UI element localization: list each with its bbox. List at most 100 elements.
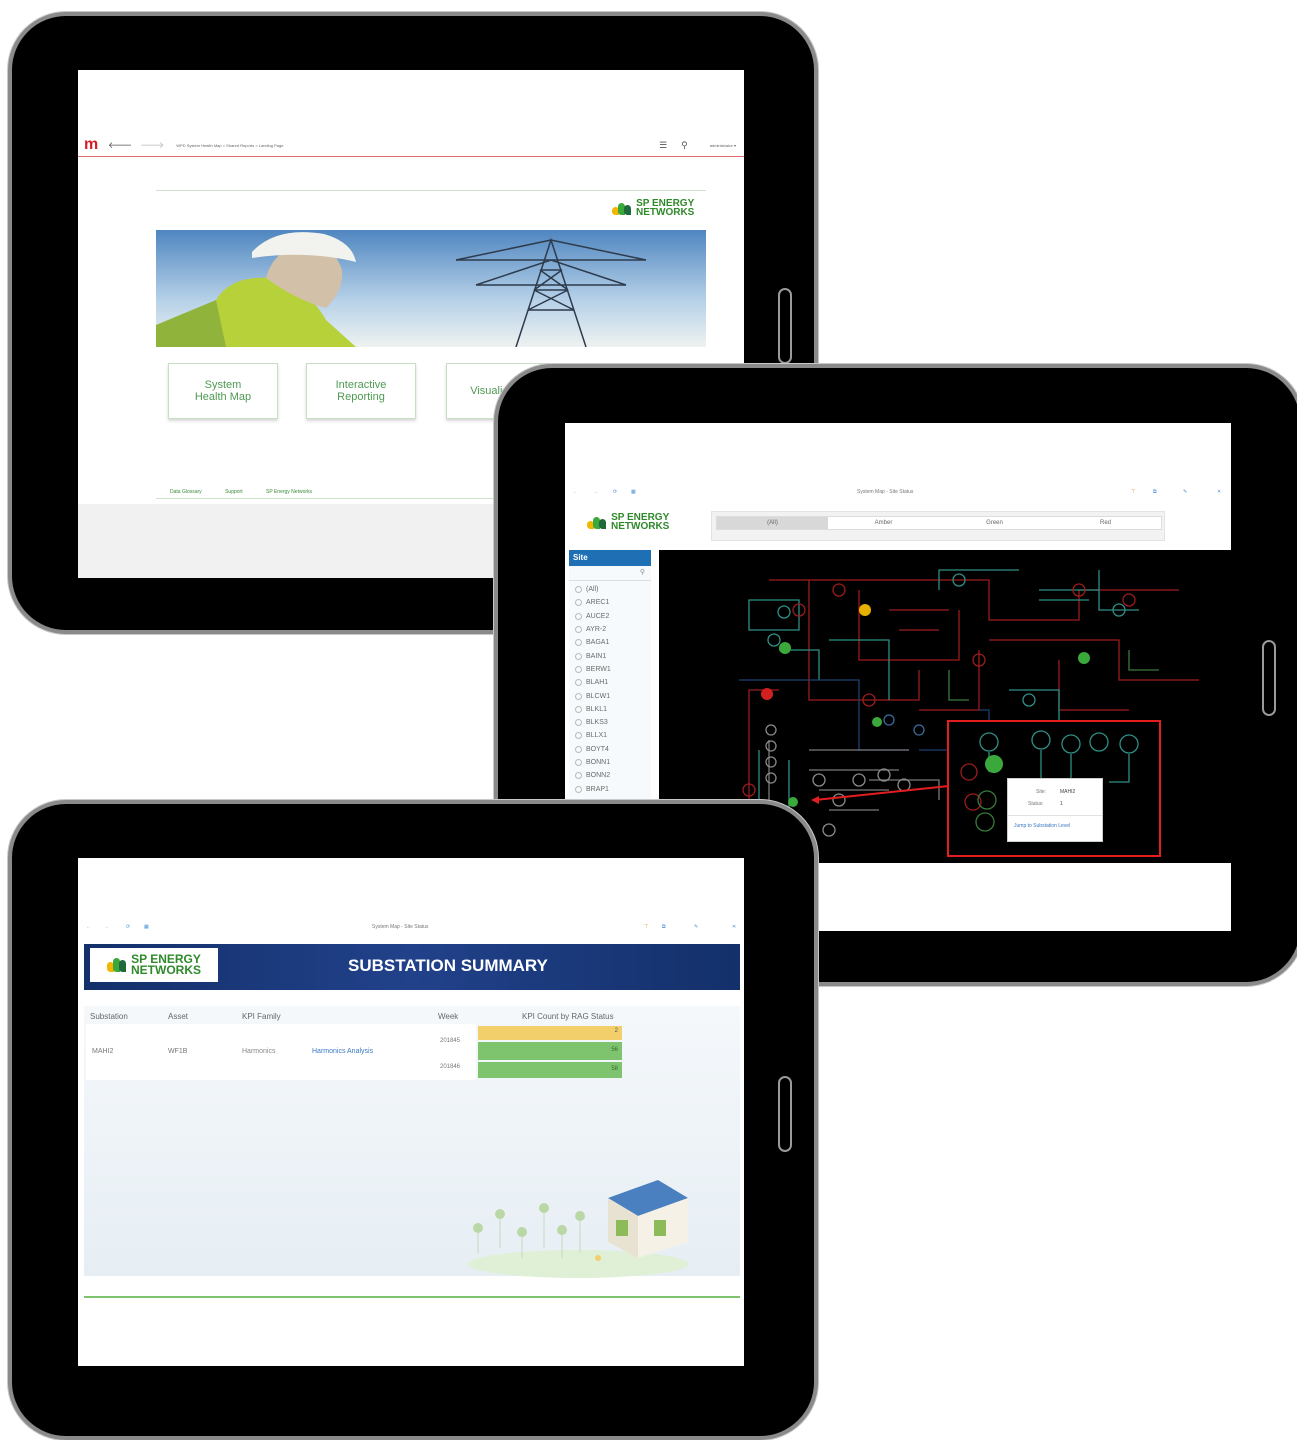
site-item[interactable]: BOYT4: [575, 743, 651, 756]
toolbar: ← → ⟳ ▦ System Map - Site Status ⊤ ⧉ ✎ ✕: [78, 924, 744, 938]
rag-bar-amber[interactable]: 2: [478, 1026, 622, 1040]
house-illustration: [458, 1158, 698, 1278]
summary-screen: ← → ⟳ ▦ System Map - Site Status ⊤ ⧉ ✎ ✕…: [78, 858, 744, 1366]
home-button[interactable]: [1262, 640, 1276, 716]
site-item[interactable]: BLLX1: [575, 729, 651, 742]
edit-icon[interactable]: ✎: [1183, 489, 1187, 495]
tablet-substation-summary: ← → ⟳ ▦ System Map - Site Status ⊤ ⧉ ✎ ✕…: [8, 800, 818, 1440]
grid-icon[interactable]: ▦: [144, 924, 149, 930]
rag-bar-green-2[interactable]: 58: [478, 1062, 622, 1078]
col-kpi-count: KPI Count by RAG Status: [522, 1012, 614, 1021]
back-arrow-icon[interactable]: 🡐: [108, 140, 132, 151]
forward-arrow-icon[interactable]: →: [104, 924, 109, 930]
breadcrumb[interactable]: WPD System Health Map > Shared Reports >…: [176, 143, 283, 148]
site-filter-panel: Site ⚲ (All) AREC1 AUCE2 AYR-2 BAGA1 BAI…: [569, 550, 651, 804]
forward-arrow-icon[interactable]: 🡒: [140, 140, 164, 151]
tab-amber[interactable]: Amber: [828, 517, 939, 529]
logo-line-2: NETWORKS: [611, 521, 670, 532]
search-icon: ⚲: [639, 569, 645, 576]
site-item[interactable]: BAIN1: [575, 649, 651, 662]
site-popup: Site: MAHI2 Status: 1 Jump to Substation…: [1007, 778, 1103, 842]
col-week: Week: [438, 1012, 459, 1021]
harmonics-analysis-link[interactable]: Harmonics Analysis: [312, 1048, 373, 1055]
site-item[interactable]: BLKL1: [575, 703, 651, 716]
site-item[interactable]: AUCE2: [575, 610, 651, 623]
rag-count-amber: 2: [614, 1028, 618, 1034]
leaf-logo-icon: [612, 201, 632, 215]
col-asset: Asset: [168, 1012, 189, 1021]
export-icon[interactable]: ⧉: [1153, 489, 1157, 495]
jump-to-substation-link[interactable]: Jump to Substation Level: [1014, 823, 1070, 829]
highlight-box: Site: MAHI2 Status: 1 Jump to Substation…: [947, 720, 1161, 857]
status-tabs: (All) Amber Green Red: [711, 511, 1165, 541]
site-item[interactable]: BERW1: [575, 663, 651, 676]
rag-count-green-1: 56: [611, 1047, 618, 1053]
footer-divider: [84, 1296, 740, 1298]
tile-system-health-map[interactable]: System Health Map: [168, 363, 278, 419]
forward-arrow-icon[interactable]: →: [593, 489, 598, 495]
sp-energy-logo: SP ENERGY NETWORKS: [90, 948, 218, 982]
window-title: System Map - Site Status: [857, 489, 914, 495]
search-icon[interactable]: ⚲: [681, 140, 688, 151]
footer-link-spen[interactable]: SP Energy Networks: [266, 489, 312, 495]
rag-bar-green-1[interactable]: 56: [478, 1042, 622, 1060]
m-logo-icon: m: [84, 136, 99, 153]
banner-title: SUBSTATION SUMMARY: [348, 956, 548, 975]
sp-energy-logo: SP ENERGY NETWORKS: [612, 199, 695, 218]
site-item[interactable]: BLAH1: [575, 676, 651, 689]
col-kpi-family: KPI Family: [242, 1012, 281, 1021]
tab-green[interactable]: Green: [939, 517, 1050, 529]
filter-icon[interactable]: ⊤: [644, 924, 648, 930]
refresh-icon[interactable]: ⟳: [613, 489, 617, 495]
home-button[interactable]: [778, 288, 792, 364]
filter-icon[interactable]: ⊤: [1131, 489, 1135, 495]
footer-link-support[interactable]: Support: [225, 489, 243, 495]
export-icon[interactable]: ⧉: [662, 924, 666, 930]
logo-line-2: NETWORKS: [636, 207, 695, 218]
leaf-logo-icon: [107, 958, 127, 972]
site-header: Site: [569, 550, 651, 566]
leaf-logo-icon: [587, 515, 607, 529]
edit-icon[interactable]: ✎: [694, 924, 698, 930]
footer-link-glossary[interactable]: Data Glossary: [170, 489, 202, 495]
menu-icon[interactable]: ☰: [659, 140, 667, 151]
user-menu[interactable]: administrator ▾: [710, 143, 736, 148]
hero-image: [156, 230, 706, 347]
tab-red[interactable]: Red: [1050, 517, 1161, 529]
sp-energy-logo: SP ENERGY NETWORKS: [587, 513, 670, 532]
grid-icon[interactable]: ▦: [631, 489, 636, 495]
site-search[interactable]: ⚲: [569, 568, 651, 581]
back-arrow-icon[interactable]: ←: [86, 924, 91, 930]
landing-footer: Data Glossary Support SP Energy Networks: [170, 489, 334, 495]
site-item[interactable]: BRAP1: [575, 782, 651, 795]
close-icon[interactable]: ✕: [732, 924, 736, 930]
tab-all[interactable]: (All): [717, 517, 828, 529]
toolbar: ← → ⟳ ▦ System Map - Site Status ⊤ ⧉ ✎ ✕: [565, 489, 1231, 503]
row-asset: WF1B: [168, 1048, 188, 1055]
logo-line-2: NETWORKS: [131, 963, 201, 977]
site-item[interactable]: BONN2: [575, 769, 651, 782]
site-item[interactable]: (All): [575, 583, 651, 596]
divider: [156, 190, 706, 191]
top-bar: m 🡐 🡒 WPD System Health Map > Shared Rep…: [78, 134, 744, 157]
site-item[interactable]: BAGA1: [575, 636, 651, 649]
popup-site-value: MAHI2: [1060, 789, 1076, 795]
site-item[interactable]: AYR-2: [575, 623, 651, 636]
site-item[interactable]: BONN1: [575, 756, 651, 769]
site-item[interactable]: AREC1: [575, 596, 651, 609]
site-item[interactable]: BLKS3: [575, 716, 651, 729]
popup-status-value: 1: [1060, 801, 1063, 807]
row-substation: MAHI2: [92, 1048, 114, 1055]
home-button[interactable]: [778, 1076, 792, 1152]
site-item[interactable]: BLCW1: [575, 689, 651, 702]
popup-site-label: Site:: [1036, 789, 1047, 795]
tile-interactive-reporting[interactable]: Interactive Reporting: [306, 363, 416, 419]
row-kpi-family: Harmonics: [242, 1048, 276, 1055]
col-substation: Substation: [90, 1012, 128, 1021]
table-row: [86, 1024, 476, 1080]
refresh-icon[interactable]: ⟳: [126, 924, 130, 930]
back-arrow-icon[interactable]: ←: [573, 489, 578, 495]
close-icon[interactable]: ✕: [1217, 489, 1221, 495]
week-201846: 201846: [440, 1064, 461, 1070]
rag-count-green-2: 58: [611, 1066, 618, 1072]
